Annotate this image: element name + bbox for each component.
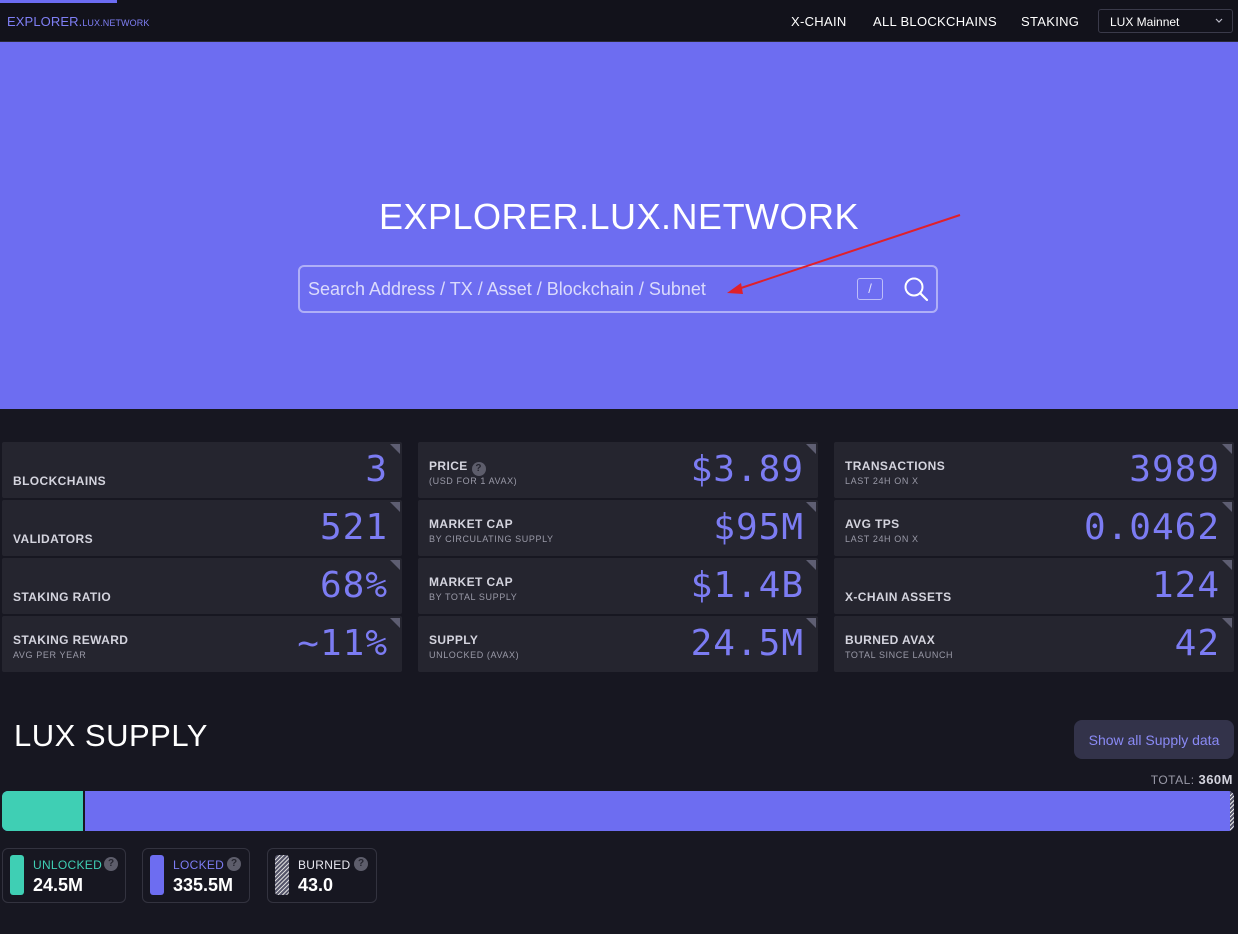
stat-value: $95M <box>713 507 804 548</box>
network-select-value: LUX Mainnet <box>1110 15 1180 29</box>
brand-main: EXPLORER. <box>7 14 83 29</box>
burned-swatch <box>275 855 289 895</box>
stat-sublabel: AVG PER YEAR <box>13 650 87 660</box>
supply-bar-locked-segment[interactable] <box>83 791 1230 831</box>
stat-sublabel: TOTAL SINCE LAUNCH <box>845 650 954 660</box>
stat-sublabel: LAST 24H ON X <box>845 534 919 544</box>
legend-value: 43.0 <box>298 875 334 895</box>
legend-label: UNLOCKED <box>33 858 103 872</box>
stat-label: SUPPLY <box>429 633 479 647</box>
search-input[interactable] <box>308 273 848 305</box>
stat-label: MARKET CAP <box>429 517 513 531</box>
nav-link-x-chain[interactable]: X-CHAIN <box>791 14 847 29</box>
brand-logo-link[interactable]: EXPLORER.LUX.NETWORK <box>7 14 149 29</box>
card-corner-icon <box>1222 560 1232 570</box>
stat-label: PRICE? <box>429 459 486 476</box>
stat-value: 3 <box>365 449 388 490</box>
network-select[interactable]: LUX Mainnet <box>1098 9 1233 33</box>
supply-bar <box>2 791 1234 831</box>
stat-label: TRANSACTIONS <box>845 459 946 473</box>
stat-card-blockchains[interactable]: BLOCKCHAINS 3 <box>2 442 402 498</box>
stat-value: 124 <box>1151 565 1220 606</box>
legend-locked[interactable]: LOCKED ? 335.5M <box>142 848 250 903</box>
stat-card-market-cap-total[interactable]: MARKET CAP BY TOTAL SUPPLY $1.4B <box>418 558 818 614</box>
stat-value: $3.89 <box>690 449 804 490</box>
help-icon[interactable]: ? <box>354 857 368 871</box>
loading-progress-bar <box>0 0 117 3</box>
card-corner-icon <box>806 618 816 628</box>
legend-burned[interactable]: BURNED ? 43.0 <box>267 848 377 903</box>
supply-total: TOTAL: 360M <box>1151 772 1233 787</box>
card-corner-icon <box>390 502 400 512</box>
stat-card-staking-ratio[interactable]: STAKING RATIO 68% <box>2 558 402 614</box>
stat-card-supply[interactable]: SUPPLY UNLOCKED (AVAX) 24.5M <box>418 616 818 672</box>
help-icon[interactable]: ? <box>104 857 118 871</box>
card-corner-icon <box>390 560 400 570</box>
card-corner-icon <box>1222 502 1232 512</box>
stat-label-text: PRICE <box>429 459 468 473</box>
brand-small: LUX.NETWORK <box>82 18 150 28</box>
card-corner-icon <box>806 502 816 512</box>
stat-label: X-CHAIN ASSETS <box>845 590 952 604</box>
stat-card-transactions[interactable]: TRANSACTIONS LAST 24H ON X 3989 <box>834 442 1234 498</box>
stat-value: 68% <box>319 565 388 606</box>
card-corner-icon <box>1222 618 1232 628</box>
top-nav: EXPLORER.LUX.NETWORK X-CHAIN ALL BLOCKCH… <box>0 0 1238 42</box>
stat-label: STAKING REWARD <box>13 633 129 647</box>
search-icon[interactable] <box>902 275 930 303</box>
card-corner-icon <box>806 444 816 454</box>
legend-unlocked[interactable]: UNLOCKED ? 24.5M <box>2 848 126 903</box>
help-icon[interactable]: ? <box>227 857 241 871</box>
stat-label: STAKING RATIO <box>13 590 112 604</box>
legend-label: BURNED <box>298 858 351 872</box>
supply-bar-burned-segment[interactable] <box>1230 791 1234 831</box>
stat-sublabel: BY CIRCULATING SUPPLY <box>429 534 554 544</box>
card-corner-icon <box>390 618 400 628</box>
stat-card-avg-tps[interactable]: AVG TPS LAST 24H ON X 0.0462 <box>834 500 1234 556</box>
stat-sublabel: (USD FOR 1 AVAX) <box>429 476 518 486</box>
show-supply-data-button[interactable]: Show all Supply data <box>1074 720 1234 759</box>
supply-section-title: LUX SUPPLY <box>14 718 208 753</box>
stat-label: BLOCKCHAINS <box>13 474 107 488</box>
stat-card-validators[interactable]: VALIDATORS 521 <box>2 500 402 556</box>
stat-sublabel: UNLOCKED (AVAX) <box>429 650 520 660</box>
stat-label: AVG TPS <box>845 517 900 531</box>
supply-total-value: 360M <box>1198 772 1233 787</box>
stat-card-xchain-assets[interactable]: X-CHAIN ASSETS 124 <box>834 558 1234 614</box>
stat-card-staking-reward[interactable]: STAKING REWARD AVG PER YEAR ~11% <box>2 616 402 672</box>
stat-value: 24.5M <box>690 623 804 664</box>
page-title: EXPLORER.LUX.NETWORK <box>378 196 860 237</box>
chevron-down-icon <box>1215 18 1223 23</box>
unlocked-swatch <box>10 855 24 895</box>
stat-sublabel: BY TOTAL SUPPLY <box>429 592 518 602</box>
search-box: / <box>298 265 938 313</box>
legend-value: 24.5M <box>33 875 84 895</box>
stat-value: 3989 <box>1129 449 1220 490</box>
hero-banner: EXPLORER.LUX.NETWORK / <box>0 42 1238 409</box>
stat-value: 0.0462 <box>1083 507 1220 548</box>
stat-label: MARKET CAP <box>429 575 513 589</box>
legend-label: LOCKED <box>173 858 225 872</box>
card-corner-icon <box>806 560 816 570</box>
card-corner-icon <box>1222 444 1232 454</box>
stat-value: ~11% <box>297 623 388 664</box>
nav-link-staking[interactable]: STAKING <box>1021 14 1079 29</box>
card-corner-icon <box>390 444 400 454</box>
stat-card-price[interactable]: PRICE? (USD FOR 1 AVAX) $3.89 <box>418 442 818 498</box>
stat-value: 42 <box>1174 623 1220 664</box>
stat-card-market-cap-circulating[interactable]: MARKET CAP BY CIRCULATING SUPPLY $95M <box>418 500 818 556</box>
stat-sublabel: LAST 24H ON X <box>845 476 919 486</box>
nav-link-all-blockchains[interactable]: ALL BLOCKCHAINS <box>873 14 997 29</box>
supply-bar-unlocked-segment[interactable] <box>2 791 83 831</box>
stat-value: 521 <box>319 507 388 548</box>
legend-value: 335.5M <box>173 875 234 895</box>
stat-value: $1.4B <box>690 565 804 606</box>
help-icon[interactable]: ? <box>471 462 486 476</box>
stat-label: BURNED AVAX <box>845 633 936 647</box>
locked-swatch <box>150 855 164 895</box>
stat-card-burned[interactable]: BURNED AVAX TOTAL SINCE LAUNCH 42 <box>834 616 1234 672</box>
stat-label: VALIDATORS <box>13 532 94 546</box>
keyboard-shortcut-hint: / <box>857 278 883 300</box>
supply-total-label: TOTAL: <box>1150 773 1195 787</box>
